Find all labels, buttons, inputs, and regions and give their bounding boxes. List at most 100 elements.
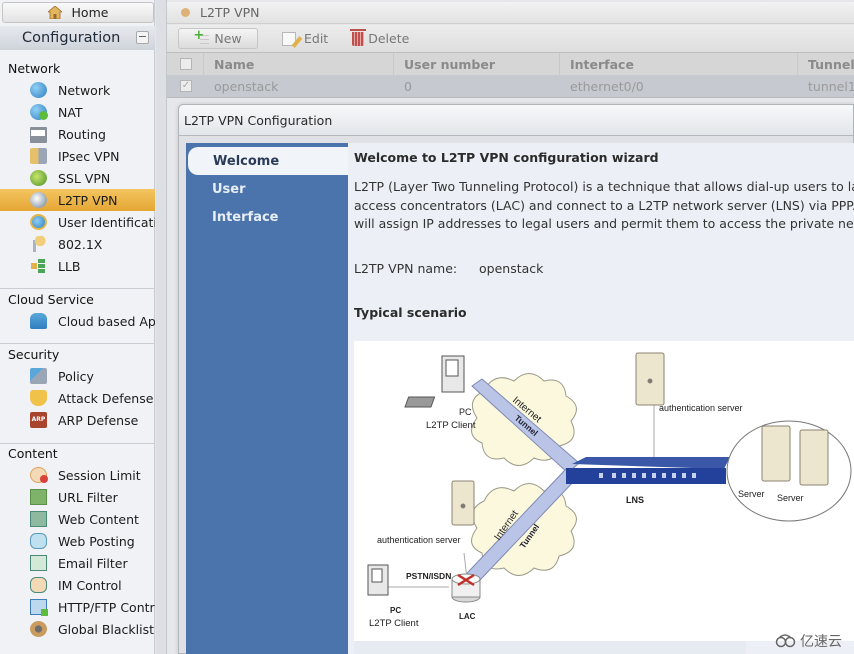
sidebar-item-global-blacklist[interactable]: Global Blacklist xyxy=(0,618,155,640)
panel-header: L2TP VPN xyxy=(167,2,854,24)
column-header-tunnel[interactable]: Tunnel xyxy=(798,53,854,75)
diagram-label: L2TP Client xyxy=(369,618,419,629)
sidebar-item-attack-defense[interactable]: Attack Defense xyxy=(0,387,155,409)
llb-icon xyxy=(30,258,47,274)
sidebar-item-llb[interactable]: LLB xyxy=(0,255,155,277)
group-content: Content Session Limit URL Filter Web Con… xyxy=(0,444,155,640)
sidebar-item-label: Web Content xyxy=(58,511,139,527)
collapse-icon[interactable]: − xyxy=(136,31,149,44)
wizard-step-welcome[interactable]: Welcome xyxy=(188,147,348,175)
status-dot-icon xyxy=(181,8,190,17)
row-checkbox[interactable]: ✓ xyxy=(180,80,192,92)
wizard-description: L2TP (Layer Two Tunneling Protocol) is a… xyxy=(354,178,854,234)
vpn-name-field: L2TP VPN name: openstack xyxy=(354,261,854,276)
sidebar-item-label: Email Filter xyxy=(58,555,128,571)
lac-router-icon xyxy=(451,573,481,603)
vpn-name-value: openstack xyxy=(479,260,544,276)
sidebar-item-label: Global Blacklist xyxy=(58,621,155,637)
diagram-label: LNS xyxy=(626,495,644,505)
table-header: Name User number Interface Tunnel xyxy=(167,52,854,75)
server-1-icon xyxy=(761,425,791,482)
sidebar-item-email-filter[interactable]: Email Filter xyxy=(0,552,155,574)
routing-icon xyxy=(30,127,47,143)
8021x-icon xyxy=(30,236,47,252)
group-security: Security Policy Attack Defense ARP ARP De… xyxy=(0,345,155,431)
wizard-body: Welcome User Interface Welcome to L2TP V… xyxy=(186,143,854,654)
url-filter-icon xyxy=(30,489,47,505)
dialog-titlebar[interactable]: L2TP VPN Configuration xyxy=(179,105,853,136)
delete-button[interactable]: Delete xyxy=(344,28,417,49)
column-header-user-number[interactable]: User number xyxy=(394,53,560,75)
l2tp-config-dialog: L2TP VPN Configuration Welcome User Inte… xyxy=(178,104,854,654)
sidebar-item-label: Network xyxy=(58,82,111,98)
group-network: Network Network NAT Routing IPsec VPN SS… xyxy=(0,59,155,277)
sidebar-item-user-identification[interactable]: User Identificati xyxy=(0,211,155,233)
sidebar-splitter[interactable] xyxy=(156,0,167,654)
sidebar-item-label: Policy xyxy=(58,368,94,384)
diagram-label: Server xyxy=(738,489,765,499)
new-button[interactable]: New xyxy=(178,28,258,49)
description-line: will assign IP addresses to legal users … xyxy=(354,216,854,231)
select-all-cell xyxy=(167,53,204,75)
wizard-content: Welcome to L2TP VPN configuration wizard… xyxy=(348,143,854,654)
sidebar-item-im-control[interactable]: IM Control xyxy=(0,574,155,596)
trash-icon xyxy=(350,28,367,46)
sidebar-item-label: Attack Defense xyxy=(58,390,154,406)
sidebar-item-policy[interactable]: Policy xyxy=(0,365,155,387)
sidebar-item-label: Session Limit xyxy=(58,467,141,483)
wizard-step-interface[interactable]: Interface xyxy=(186,203,348,231)
shield-icon xyxy=(30,390,47,406)
sidebar-item-ipsec-vpn[interactable]: IPsec VPN xyxy=(0,145,155,167)
diagram-label: PSTN/ISDN xyxy=(406,571,451,581)
home-icon xyxy=(46,5,63,20)
l2tp-vpn-icon xyxy=(30,192,47,208)
sidebar-item-cloud-based-app[interactable]: Cloud based Ap xyxy=(0,310,155,332)
sidebar-item-session-limit[interactable]: Session Limit xyxy=(0,464,155,486)
web-content-icon xyxy=(30,511,47,527)
dialog-title: L2TP VPN Configuration xyxy=(184,112,333,128)
sidebar-item-routing[interactable]: Routing xyxy=(0,123,155,145)
sidebar-item-8021x[interactable]: 802.1X xyxy=(0,233,155,255)
column-header-interface[interactable]: Interface xyxy=(560,53,798,75)
column-header-name[interactable]: Name xyxy=(204,53,394,75)
cell-user-number: 0 xyxy=(394,75,560,97)
sidebar-item-ssl-vpn[interactable]: SSL VPN xyxy=(0,167,155,189)
sidebar-item-label: User Identificati xyxy=(58,214,155,230)
sidebar-item-label: ARP Defense xyxy=(58,412,139,428)
sidebar-item-label: Web Posting xyxy=(58,533,135,549)
edit-button[interactable]: Edit xyxy=(274,28,336,49)
sidebar-item-url-filter[interactable]: URL Filter xyxy=(0,486,155,508)
group-title: Cloud Service xyxy=(8,292,94,307)
cloud-logo-icon xyxy=(775,634,796,648)
content-footer-strip xyxy=(354,641,746,654)
home-button[interactable]: Home xyxy=(2,2,154,23)
wizard-step-user[interactable]: User xyxy=(186,175,348,203)
app-root: Home Configuration − Network Network NAT… xyxy=(0,0,854,654)
delete-label: Delete xyxy=(368,31,410,46)
user-identification-icon xyxy=(30,214,47,230)
lns-device-icon xyxy=(566,457,730,484)
sidebar-item-web-posting[interactable]: Web Posting xyxy=(0,530,155,552)
sidebar-item-label: 802.1X xyxy=(58,236,103,252)
http-ftp-icon xyxy=(30,599,48,616)
select-all-checkbox[interactable] xyxy=(180,58,192,70)
description-line: access concentrators (LAC) and connect t… xyxy=(354,197,854,213)
scenario-heading: Typical scenario xyxy=(354,304,467,320)
pc-top-icon xyxy=(404,355,465,408)
sidebar-item-label: Routing xyxy=(58,126,106,142)
sidebar-item-l2tp-vpn[interactable]: L2TP VPN xyxy=(0,189,155,211)
sidebar-item-web-content[interactable]: Web Content xyxy=(0,508,155,530)
configuration-header[interactable]: Configuration − xyxy=(0,26,155,50)
sidebar-item-arp-defense[interactable]: ARP ARP Defense xyxy=(0,409,155,431)
im-control-icon xyxy=(30,577,47,593)
policy-icon xyxy=(30,368,47,384)
table-row[interactable]: ✓ openstack 0 ethernet0/0 tunnel1 xyxy=(167,75,854,98)
sidebar-item-label: LLB xyxy=(58,258,81,274)
description-line: L2TP (Layer Two Tunneling Protocol) is a… xyxy=(354,179,854,194)
sidebar-item-network[interactable]: Network xyxy=(0,79,155,101)
sidebar-item-nat[interactable]: NAT xyxy=(0,101,155,123)
ipsec-vpn-icon xyxy=(30,148,47,164)
group-title: Network xyxy=(8,61,61,76)
configuration-title: Configuration xyxy=(22,30,121,46)
sidebar-item-http-ftp-control[interactable]: HTTP/FTP Contr xyxy=(0,596,155,618)
